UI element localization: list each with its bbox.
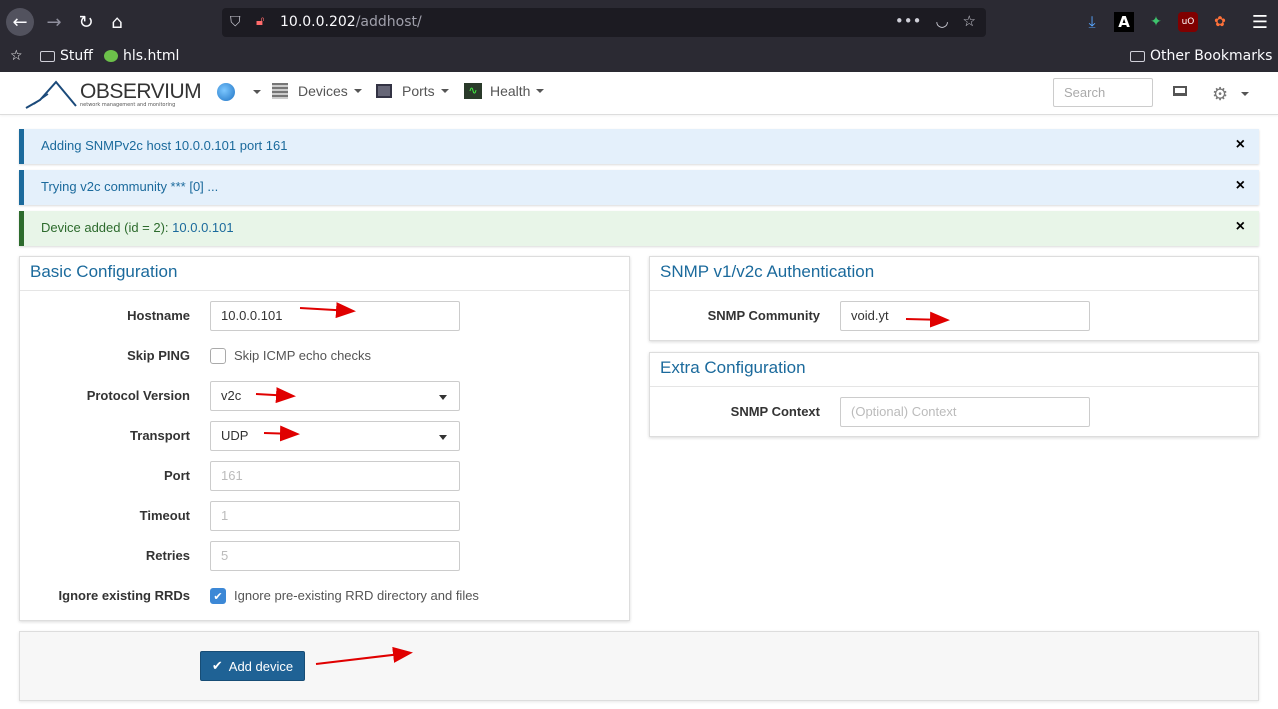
snmp-auth-panel: SNMP v1/v2c Authentication SNMP Communit… xyxy=(649,256,1259,341)
extension-icon[interactable]: ✦ xyxy=(1146,12,1166,32)
globe-menu[interactable] xyxy=(217,83,261,101)
ignore-rrd-checkbox[interactable]: ✔ xyxy=(210,588,226,604)
skip-ping-row: Skip PING Skip ICMP echo checks xyxy=(127,348,372,364)
health-icon: ∿ xyxy=(464,83,482,99)
panel-title: Basic Configuration xyxy=(20,257,629,291)
retries-input[interactable]: 5 xyxy=(210,541,460,571)
url-bar[interactable]: ⛉ 🔓︎ 10.0.0.202/addhost/ ••• ◡ ☆ xyxy=(222,8,986,37)
gear-icon[interactable]: ⚙ xyxy=(1212,84,1228,105)
ublock-icon[interactable]: uO xyxy=(1178,12,1198,32)
globe-icon xyxy=(217,83,235,101)
bookmarks-bar: ☆ Stuff hls.html Other Bookmarks xyxy=(0,44,1278,72)
caret-down-icon[interactable] xyxy=(1241,92,1249,96)
frog-icon xyxy=(104,50,118,62)
caret-down-icon xyxy=(253,90,261,94)
skip-ping-checkbox[interactable] xyxy=(210,348,226,364)
transport-row: Transport UDP xyxy=(20,421,629,451)
home-icon[interactable]: ⌂ xyxy=(103,8,131,36)
hostname-input[interactable]: 10.0.0.101 xyxy=(210,301,460,331)
shield-icon: ⛉ xyxy=(230,14,241,30)
close-icon[interactable]: × xyxy=(1236,136,1245,154)
forward-arrow-icon[interactable]: → xyxy=(40,8,68,36)
check-icon: ✔ xyxy=(211,658,223,673)
panel-title: Extra Configuration xyxy=(650,353,1258,387)
hostname-row: Hostname 10.0.0.101 xyxy=(20,301,629,331)
pocket-icon[interactable]: ◡ xyxy=(935,12,948,30)
folder-icon xyxy=(1130,50,1145,62)
caret-down-icon xyxy=(536,89,545,93)
alert-device-added: Device added (id = 2): 10.0.0.101 × xyxy=(19,211,1259,246)
snmp-community-row: SNMP Community void.yt xyxy=(650,301,1258,331)
snmp-context-row: SNMP Context (Optional) Context xyxy=(650,397,1258,427)
basic-configuration-panel: Basic Configuration Hostname 10.0.0.101 … xyxy=(19,256,630,621)
snmp-context-input[interactable]: (Optional) Context xyxy=(840,397,1090,427)
transport-select[interactable]: UDP xyxy=(210,421,460,451)
font-extension-icon[interactable]: A xyxy=(1114,12,1134,32)
nav-health[interactable]: ∿ Health xyxy=(464,83,545,99)
browser-toolbar: ← → ↻ ⌂ ⛉ 🔓︎ 10.0.0.202/addhost/ ••• ◡ ☆… xyxy=(0,0,1278,44)
nav-ports[interactable]: Ports xyxy=(376,83,449,99)
bookmark-stuff[interactable]: Stuff xyxy=(40,48,93,64)
caret-down-icon xyxy=(439,395,447,400)
port-input[interactable]: 161 xyxy=(210,461,460,491)
back-arrow-icon[interactable]: ← xyxy=(6,8,34,36)
star-icon[interactable]: ☆ xyxy=(963,12,976,30)
alert-adding-host: Adding SNMPv2c host 10.0.0.101 port 161 … xyxy=(19,129,1259,164)
close-icon[interactable]: × xyxy=(1236,177,1245,195)
ports-icon xyxy=(376,84,392,98)
caret-down-icon xyxy=(440,89,449,93)
extra-configuration-panel: Extra Configuration SNMP Context (Option… xyxy=(649,352,1259,437)
insecure-lock-icon: 🔓︎ xyxy=(256,14,265,29)
ignore-rrd-row: Ignore existing RRDs ✔ Ignore pre-existi… xyxy=(58,588,479,604)
hamburger-menu-icon[interactable]: ☰ xyxy=(1250,12,1270,33)
nav-devices[interactable]: Devices xyxy=(272,83,362,99)
devices-icon xyxy=(272,83,288,99)
laptop-icon[interactable] xyxy=(1173,86,1187,96)
port-row: Port 161 xyxy=(20,461,629,491)
form-actions: ✔ Add device xyxy=(19,631,1259,701)
caret-down-icon xyxy=(439,435,447,440)
add-device-button[interactable]: ✔ Add device xyxy=(200,651,305,681)
close-icon[interactable]: × xyxy=(1236,218,1245,236)
search-input[interactable]: Search xyxy=(1053,78,1153,107)
firefox-extension-icon[interactable]: ✿ xyxy=(1210,12,1230,32)
bookmark-manage-icon[interactable]: ☆ xyxy=(10,48,23,64)
bookmark-hls[interactable]: hls.html xyxy=(104,48,179,64)
protocol-row: Protocol Version v2c xyxy=(20,381,629,411)
device-added-link[interactable]: 10.0.0.101 xyxy=(172,220,233,235)
protocol-version-select[interactable]: v2c xyxy=(210,381,460,411)
other-bookmarks[interactable]: Other Bookmarks xyxy=(1130,48,1272,64)
retries-row: Retries 5 xyxy=(20,541,629,571)
reload-icon[interactable]: ↻ xyxy=(72,8,100,36)
panel-title: SNMP v1/v2c Authentication xyxy=(650,257,1258,291)
logo-mountain-icon xyxy=(25,80,77,109)
observium-navbar: OBSERVIUM network management and monitor… xyxy=(0,72,1278,115)
folder-icon xyxy=(40,50,55,62)
url-text: 10.0.0.202/addhost/ xyxy=(280,14,422,30)
timeout-input[interactable]: 1 xyxy=(210,501,460,531)
timeout-row: Timeout 1 xyxy=(20,501,629,531)
more-icon[interactable]: ••• xyxy=(895,12,922,30)
download-icon[interactable]: ⤓ xyxy=(1082,12,1102,32)
caret-down-icon xyxy=(353,89,362,93)
snmp-community-input[interactable]: void.yt xyxy=(840,301,1090,331)
observium-logo[interactable]: OBSERVIUM network management and monitor… xyxy=(24,78,202,110)
alert-trying-community: Trying v2c community *** [0] ... × xyxy=(19,170,1259,205)
